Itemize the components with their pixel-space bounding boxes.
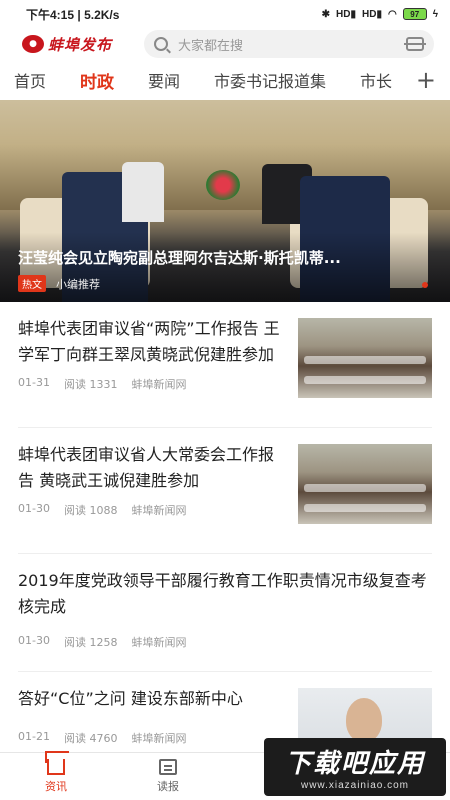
news-title[interactable]: 蚌埠代表团审议省人大常委会工作报告 黄晓武王诚倪建胜参加 xyxy=(18,442,286,494)
status-bar: 下午4:15 | 5.2K/s ✱ HD▮ HD▮ ◠ 97 ϟ xyxy=(0,0,450,28)
news-date: 01-30 xyxy=(18,502,50,515)
add-channel-icon[interactable]: + xyxy=(411,66,436,94)
thumbnail-portrait xyxy=(346,698,382,742)
banner-photo-flowers xyxy=(206,170,240,200)
signal-icon-1: HD▮ xyxy=(336,8,356,20)
banner-source: 小编推荐 xyxy=(56,277,100,291)
news-reads: 阅读 4760 xyxy=(63,732,118,745)
watermark: 下载吧应用 www.xiazainiao.com xyxy=(264,738,446,796)
tab-politics[interactable]: 时政 xyxy=(80,68,114,93)
tab-secretary-reports[interactable]: 市委书记报道集 xyxy=(214,68,326,92)
hot-badge: 热文 xyxy=(18,275,46,292)
news-item[interactable]: 蚌埠代表团审议省人大常委会工作报告 黄晓武王诚倪建胜参加 01-30 阅读 10… xyxy=(18,428,432,554)
tabbar-newspaper[interactable]: 读报 xyxy=(112,753,224,800)
news-source: 蚌埠新闻网 xyxy=(131,504,187,517)
wifi-icon: ◠ xyxy=(387,8,397,20)
news-thumbnail[interactable] xyxy=(298,318,432,398)
banner-title[interactable]: 汪莹纯会见立陶宛副总理阿尔吉达斯·斯托凯蒂... xyxy=(18,247,420,268)
thumbnail-detail xyxy=(304,484,426,492)
tabbar-news-label: 资讯 xyxy=(45,780,67,793)
tabbar-newspaper-label: 读报 xyxy=(157,780,179,793)
news-item[interactable]: 2019年度党政领导干部履行教育工作职责情况市级复查考核完成 01-30 阅读 … xyxy=(18,554,432,672)
search-icon xyxy=(154,37,168,51)
battery-icon: 97 xyxy=(402,8,427,20)
thumbnail-detail xyxy=(304,376,426,384)
news-date: 01-30 xyxy=(18,634,50,647)
bluetooth-icon: ✱ xyxy=(321,8,331,20)
signal-icon-2: HD▮ xyxy=(362,8,382,20)
news-thumbnail[interactable] xyxy=(298,444,432,524)
search-bar[interactable]: 大家都在搜 xyxy=(144,30,434,58)
news-reads: 阅读 1331 xyxy=(63,378,118,391)
app-header: ● 蚌埠发布 大家都在搜 xyxy=(0,28,450,60)
status-time-group: 下午4:15 | 5.2K/s xyxy=(26,6,119,23)
search-input[interactable]: 大家都在搜 xyxy=(178,35,396,54)
newspaper-icon xyxy=(159,759,177,775)
news-title[interactable]: 蚌埠代表团审议省“两院”工作报告 王学军丁向群王翠凤黄晓武倪建胜参加 xyxy=(18,316,286,368)
status-speed: 5.2K/s xyxy=(84,7,120,22)
tab-headlines[interactable]: 要闻 xyxy=(148,68,180,92)
status-time: 下午4:15 xyxy=(26,7,75,22)
tab-home[interactable]: 首页 xyxy=(14,68,46,92)
status-icons: ✱ HD▮ HD▮ ◠ 97 ϟ xyxy=(322,8,438,20)
thumbnail-detail xyxy=(304,356,426,364)
banner-photo-person-2 xyxy=(122,162,164,222)
tabbar-news[interactable]: 资讯 xyxy=(0,753,112,800)
thumbnail-detail xyxy=(304,504,426,512)
charging-icon: ϟ xyxy=(432,8,438,20)
news-title[interactable]: 答好“C位”之问 建设东部新中心 xyxy=(18,686,286,712)
news-reads: 阅读 1258 xyxy=(63,636,118,649)
channel-tabs: 首页 时政 要闻 市委书记报道集 市长 + xyxy=(0,60,450,100)
news-meta: 01-30 阅读 1258 蚌埠新闻网 xyxy=(18,620,432,662)
news-reads: 阅读 1088 xyxy=(63,504,118,517)
home-icon xyxy=(47,759,65,775)
news-source: 蚌埠新闻网 xyxy=(131,732,187,745)
logo-emblem-icon: ● xyxy=(22,35,44,53)
news-source: 蚌埠新闻网 xyxy=(131,378,187,391)
carousel-indicator xyxy=(422,282,428,288)
featured-banner[interactable]: 汪莹纯会见立陶宛副总理阿尔吉达斯·斯托凯蒂... 热文 小编推荐 xyxy=(0,100,450,302)
news-date: 01-31 xyxy=(18,376,50,389)
watermark-text: 下载吧应用 xyxy=(284,749,425,779)
app-logo: ● 蚌埠发布 xyxy=(22,34,132,55)
banner-meta: 热文 小编推荐 xyxy=(18,275,100,292)
news-source: 蚌埠新闻网 xyxy=(131,636,187,649)
news-item[interactable]: 蚌埠代表团审议省“两院”工作报告 王学军丁向群王翠凤黄晓武倪建胜参加 01-31… xyxy=(18,302,432,428)
news-list: 蚌埠代表团审议省“两院”工作报告 王学军丁向群王翠凤黄晓武倪建胜参加 01-31… xyxy=(0,302,450,792)
watermark-url: www.xiazainiao.com xyxy=(300,780,410,791)
scan-icon[interactable] xyxy=(404,37,426,51)
news-date: 01-21 xyxy=(18,730,50,743)
logo-text: 蚌埠发布 xyxy=(48,35,113,54)
tab-mayor[interactable]: 市长 xyxy=(360,68,392,92)
news-title[interactable]: 2019年度党政领导干部履行教育工作职责情况市级复查考核完成 xyxy=(18,568,432,620)
